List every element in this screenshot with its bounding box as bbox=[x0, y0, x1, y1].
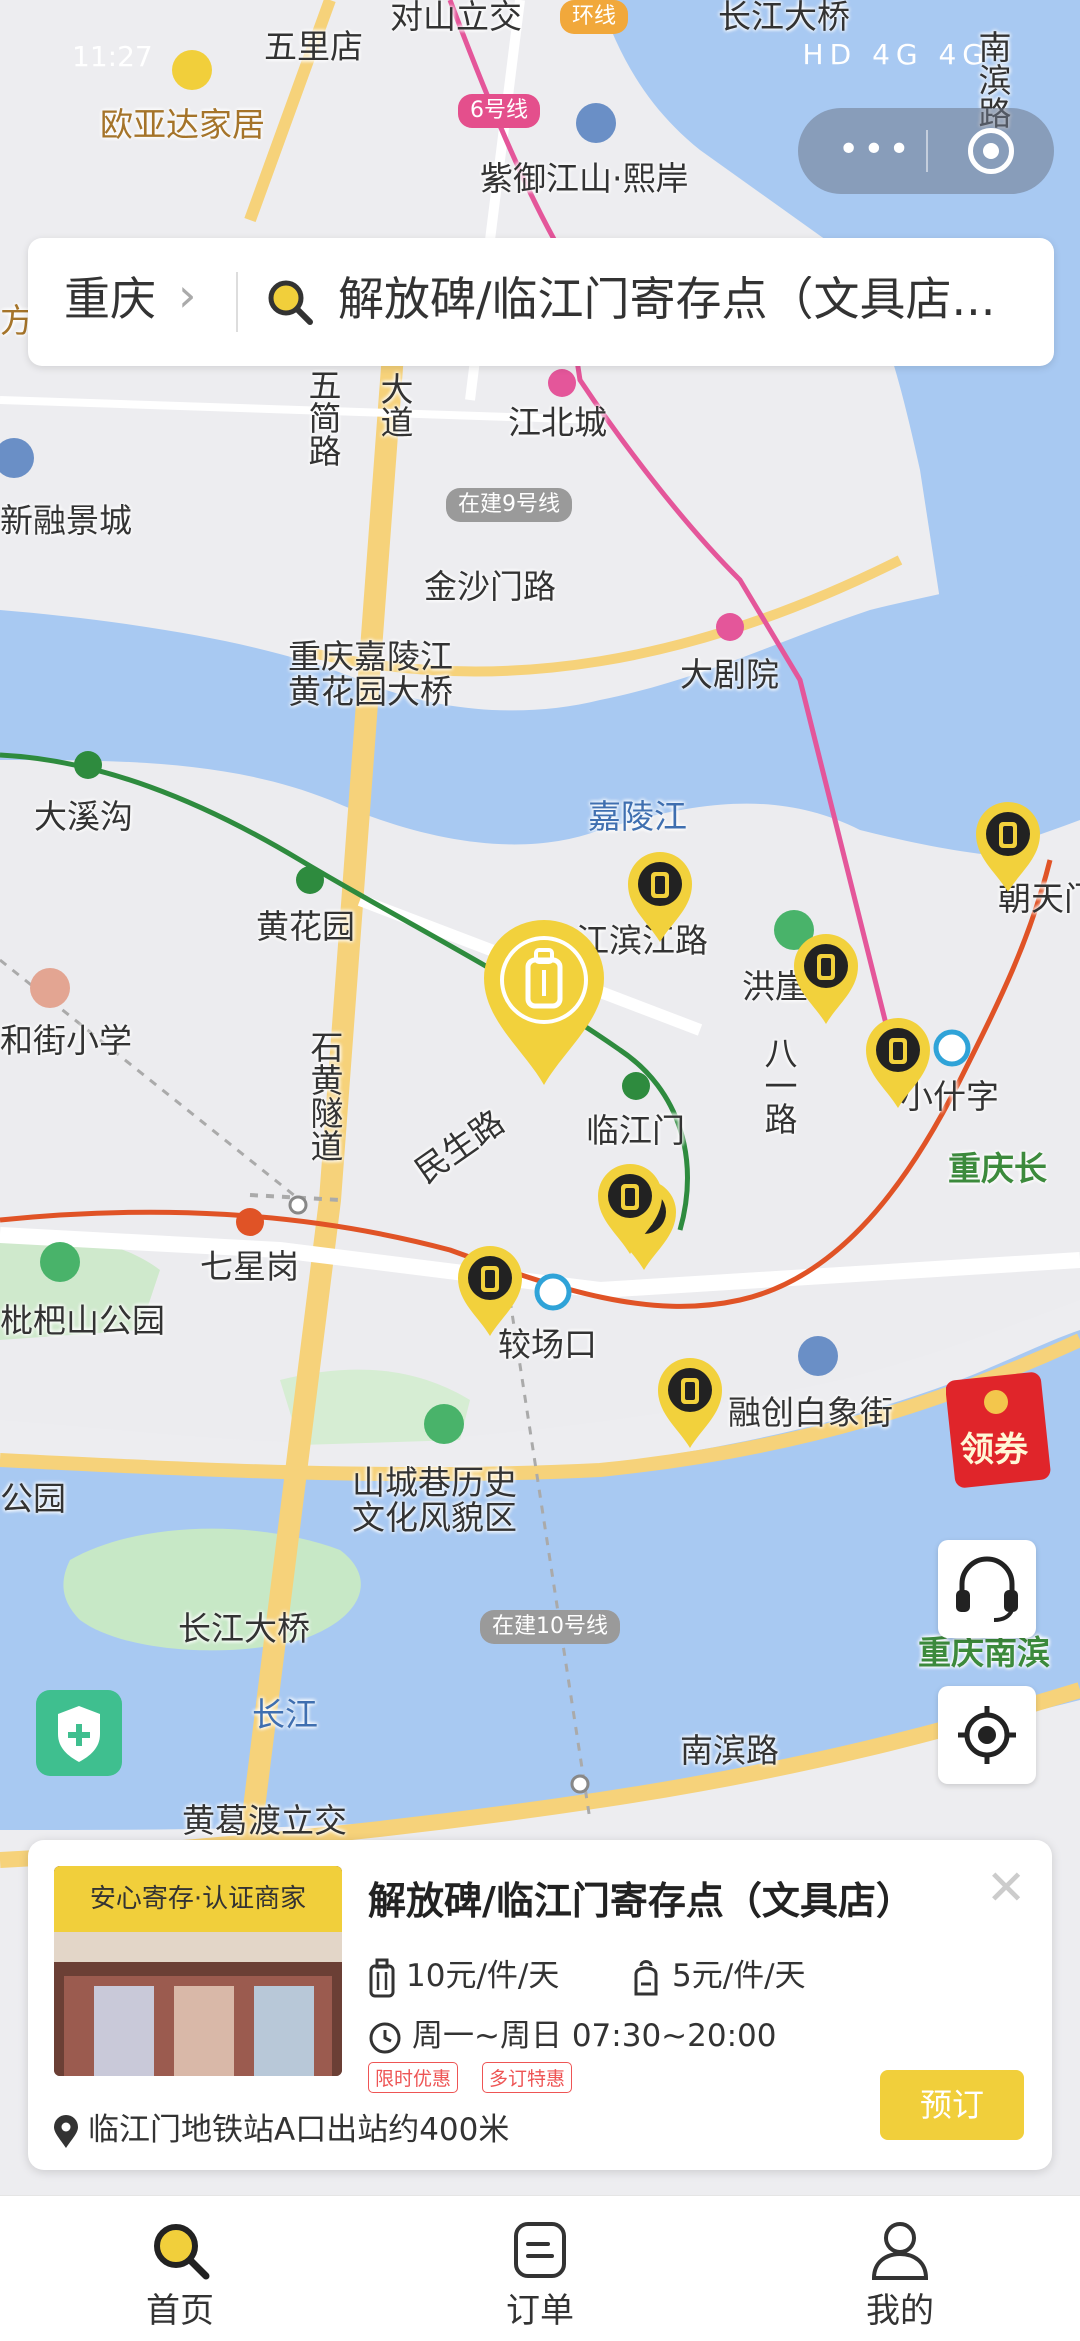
opening-hours-text: 周一~周日 07:30~20:00 bbox=[412, 2018, 777, 2054]
locate-icon bbox=[958, 1706, 1016, 1764]
certified-badge: 安心寄存·认证商家 bbox=[54, 1866, 342, 1932]
price-large-text: 10元/件/天 bbox=[406, 1958, 560, 1994]
map-line-badge: 在建10号线 bbox=[480, 1610, 620, 1645]
map-label: 山城巷历史 文化风貌区 bbox=[352, 1463, 517, 1537]
map-label: 七星岗 bbox=[200, 1247, 299, 1286]
status-bar: 11:27 HD 4G 4G bbox=[0, 26, 1080, 82]
tab-home[interactable]: 首页 bbox=[80, 2196, 280, 2341]
clock-icon bbox=[369, 2022, 401, 2053]
miniprogram-capsule: ••• bbox=[798, 108, 1054, 194]
map-line-badge: 6号线 bbox=[458, 94, 540, 129]
map-label: 嘉陵江 bbox=[588, 797, 687, 836]
tab-home-label: 首页 bbox=[146, 2291, 214, 2331]
map-label: 枇杷山公园 bbox=[0, 1301, 165, 1340]
map-label: 融创白象街 bbox=[728, 1393, 893, 1432]
shield-icon bbox=[58, 1706, 100, 1762]
user-icon bbox=[871, 2222, 929, 2280]
suitcase-icon bbox=[369, 1958, 395, 1997]
map-label: 临江门 bbox=[586, 1111, 685, 1150]
locate-button[interactable] bbox=[938, 1686, 1036, 1784]
store-photo: 安心寄存·认证商家 bbox=[54, 1866, 342, 2076]
coupon-redpacket[interactable]: 领券 bbox=[945, 1370, 1056, 1490]
map-label: 黄花园 bbox=[256, 907, 355, 946]
map-label: 南滨路 bbox=[680, 1731, 779, 1770]
map-label: 长江 bbox=[252, 1695, 318, 1734]
map-label: 金沙门路 bbox=[424, 567, 556, 606]
chevron-right-icon: › bbox=[178, 268, 197, 322]
map-label: 石黄隧道 bbox=[305, 1030, 344, 1162]
search-divider bbox=[236, 272, 238, 332]
map-label: 五简路 bbox=[303, 368, 342, 467]
capsule-divider bbox=[926, 130, 928, 172]
tab-mine-label: 我的 bbox=[866, 2291, 934, 2331]
map-label: 公园 bbox=[0, 1479, 66, 1518]
map-label: 大剧院 bbox=[680, 655, 779, 694]
book-button[interactable]: 预订 bbox=[880, 2070, 1024, 2140]
order-icon bbox=[514, 2222, 566, 2278]
more-icon[interactable]: ••• bbox=[838, 132, 914, 168]
tab-orders-label: 订单 bbox=[506, 2291, 574, 2331]
price-small-text: 5元/件/天 bbox=[672, 1958, 806, 1994]
map-label: 欧亚达家居 bbox=[100, 105, 265, 144]
map-label: 紫御江山·熙岸 bbox=[480, 159, 689, 198]
promo-tag: 限时优惠 bbox=[368, 2062, 459, 2093]
close-icon[interactable]: ✕ bbox=[986, 1864, 1026, 1912]
location-pin-icon bbox=[54, 2114, 78, 2148]
close-miniprogram-icon[interactable] bbox=[968, 128, 1014, 174]
search-icon bbox=[154, 2224, 210, 2280]
bottom-tab-bar: 首页 订单 我的 bbox=[0, 2195, 1080, 2341]
tab-orders[interactable]: 订单 bbox=[440, 2196, 640, 2341]
map-label: 江北城 bbox=[508, 403, 607, 442]
promo-tag: 多订特惠 bbox=[482, 2062, 573, 2093]
map-label: 重庆南滨 bbox=[918, 1633, 1050, 1672]
map-label: 和街小学 bbox=[0, 1021, 132, 1060]
map-label: 重庆嘉陵江 黄花园大桥 bbox=[288, 637, 453, 711]
price-small: 5元/件/天 bbox=[630, 1950, 806, 1998]
price-large: 10元/件/天 bbox=[368, 1950, 559, 1998]
coupon-label: 领券 bbox=[960, 1430, 1028, 1470]
store-card[interactable]: 安心寄存·认证商家 解放碑/临江门寄存点（文具店） ✕ 10元/件/天 5元/件… bbox=[28, 1840, 1052, 2170]
backpack-icon bbox=[634, 1959, 658, 1995]
map-label: 长江大桥 bbox=[178, 1609, 310, 1648]
store-address: 临江门地铁站A口出站约400米 bbox=[54, 2104, 509, 2149]
search-bar[interactable]: 重庆 › 解放碑/临江门寄存点（文具店... bbox=[28, 238, 1054, 366]
headset-icon bbox=[956, 1556, 1018, 1622]
map-line-badge: 在建9号线 bbox=[446, 488, 572, 523]
store-title: 解放碑/临江门寄存点（文具店） bbox=[368, 1879, 914, 1923]
safety-button[interactable] bbox=[36, 1690, 122, 1776]
store-address-text: 临江门地铁站A口出站约400米 bbox=[88, 2112, 510, 2148]
search-icon bbox=[264, 276, 316, 332]
customer-service-button[interactable] bbox=[938, 1540, 1036, 1638]
map-label: 黄葛渡立交 bbox=[182, 1801, 347, 1840]
map-label: 大道 bbox=[375, 372, 414, 438]
city-selector[interactable]: 重庆 bbox=[64, 276, 156, 322]
map-label: 大溪沟 bbox=[34, 797, 133, 836]
status-time: 11:27 bbox=[72, 40, 153, 73]
map-label: 新融景城 bbox=[0, 501, 132, 540]
map-label: 重庆长 bbox=[948, 1149, 1047, 1188]
search-query[interactable]: 解放碑/临江门寄存点（文具店... bbox=[338, 276, 1038, 322]
opening-hours: 周一~周日 07:30~20:00 bbox=[368, 2010, 776, 2055]
tab-mine[interactable]: 我的 bbox=[800, 2196, 1000, 2341]
map-label: 八一路 bbox=[759, 1036, 798, 1135]
status-icons: HD 4G 4G bbox=[802, 38, 990, 71]
